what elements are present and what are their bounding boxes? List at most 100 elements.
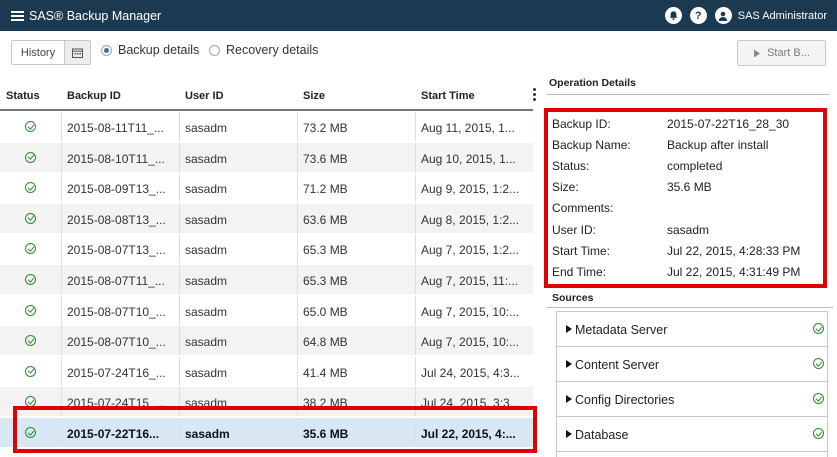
app-header: SAS® Backup Manager ? SAS Administrator: [0, 0, 837, 31]
check-circle-icon: [25, 182, 36, 194]
user-id-cell: sasadm: [185, 212, 228, 227]
column-divider: [297, 356, 298, 386]
column-divider: [297, 265, 298, 294]
details-divider: [547, 94, 830, 95]
col-status[interactable]: Status: [6, 90, 40, 102]
table-row[interactable]: 2015-08-07T10_... sasadm 65.0 MB Aug 7, 201…: [0, 295, 533, 326]
backup-id-cell: 2015-07-22T16...: [67, 427, 160, 441]
hamburger-icon[interactable]: [11, 10, 24, 21]
expand-triangle-icon[interactable]: [566, 430, 572, 438]
sources-divider: [547, 307, 833, 308]
column-divider: [179, 326, 180, 356]
column-divider: [297, 203, 298, 233]
column-divider: [297, 112, 298, 141]
check-circle-icon: [25, 243, 36, 255]
source-item[interactable]: Config Directories: [557, 382, 827, 417]
table-row[interactable]: 2015-08-07T10_... sasadm 64.8 MB Aug 7, 201…: [0, 326, 533, 357]
user-id-cell: sasadm: [185, 274, 228, 288]
help-icon[interactable]: ?: [689, 7, 707, 24]
column-divider: [415, 203, 416, 233]
size-cell: 73.2 MB: [303, 121, 348, 135]
expand-triangle-icon[interactable]: [566, 395, 572, 403]
recovery-details-label: Recovery details: [226, 43, 319, 57]
column-divider: [297, 142, 298, 172]
column-divider: [61, 326, 62, 356]
column-divider: [415, 356, 416, 386]
table-row[interactable]: 2015-07-24T16_... sasadm 41.4 MB Jul 24, 20…: [0, 356, 533, 387]
table-row[interactable]: 2015-08-07T11_... sasadm 65.3 MB Aug 7, 201…: [0, 265, 533, 295]
backup-id-cell: 2015-08-07T10_...: [67, 335, 166, 350]
user-id-cell: sasadm: [185, 396, 228, 411]
table-row[interactable]: 2015-08-10T11_... sasadm 73.6 MB Aug 10, 20…: [0, 142, 533, 173]
column-divider: [415, 142, 416, 172]
table-row[interactable]: 2015-07-24T15_... sasadm 38.2 MB Jul 24, 20…: [0, 387, 533, 418]
column-divider: [415, 265, 416, 294]
col-user-id[interactable]: User ID: [185, 90, 224, 102]
col-size[interactable]: Size: [303, 90, 325, 102]
column-divider: [179, 173, 180, 203]
play-icon: [754, 49, 761, 57]
column-divider: [179, 265, 180, 294]
source-label: Content Server: [575, 358, 660, 372]
column-options-icon[interactable]: [533, 88, 537, 101]
recovery-details-radio[interactable]: Recovery details: [209, 43, 318, 57]
bell-icon[interactable]: [664, 7, 682, 24]
sources-list: Metadata Server Content Server Config Dire…: [556, 311, 828, 457]
radio-unselected-icon: [209, 44, 220, 56]
user-id-cell: sasadm: [185, 365, 228, 380]
source-item[interactable]: Metadata Server: [557, 312, 827, 347]
col-backup-id[interactable]: Backup ID: [67, 90, 121, 102]
size-cell: 64.8 MB: [303, 335, 348, 350]
details-highlight: [544, 108, 827, 288]
detail-label: Status:: [552, 159, 590, 174]
backup-id-cell: 2015-08-10T11_...: [67, 151, 165, 166]
backup-id-cell: 2015-08-08T13_...: [67, 212, 166, 227]
backup-id-cell: 2015-08-09T13_...: [67, 182, 166, 197]
user-name[interactable]: SAS Administrator: [738, 10, 827, 22]
column-divider: [61, 234, 62, 264]
column-divider: [179, 234, 180, 264]
check-circle-icon: [813, 358, 824, 369]
column-divider: [415, 112, 416, 141]
expand-triangle-icon[interactable]: [566, 360, 572, 368]
table-row[interactable]: 2015-08-07T13_... sasadm 65.3 MB Aug 7, 201…: [0, 234, 533, 265]
user-icon[interactable]: [714, 7, 732, 24]
table-row[interactable]: 2015-08-08T13_... sasadm 63.6 MB Aug 8, 201…: [0, 203, 533, 234]
column-divider: [179, 142, 180, 172]
check-circle-icon: [25, 427, 36, 438]
start-time-cell: Aug 7, 2015, 10:...: [421, 304, 520, 319]
detail-value: Jul 22, 2015, 4:28:33 PM: [667, 243, 801, 258]
size-cell: 73.6 MB: [303, 151, 348, 166]
table-row[interactable]: 2015-08-11T11_... sasadm 73.2 MB Aug 11, 20…: [0, 112, 533, 142]
backup-id-cell: 2015-07-24T16_...: [67, 365, 166, 380]
expand-triangle-icon[interactable]: [566, 325, 572, 333]
history-button[interactable]: History: [12, 41, 64, 64]
operation-details-title: Operation Details: [549, 77, 636, 89]
backup-details-radio[interactable]: Backup details: [101, 43, 199, 57]
column-divider: [179, 203, 180, 233]
column-divider: [61, 203, 62, 233]
backup-details-label: Backup details: [118, 43, 200, 57]
start-backup-button[interactable]: Start B...: [737, 40, 826, 66]
table-row[interactable]: 2015-08-09T13_... sasadm 71.2 MB Aug 9, 201…: [0, 173, 533, 204]
column-divider: [297, 418, 298, 447]
column-divider: [415, 387, 416, 417]
source-item[interactable]: Content Server: [557, 347, 827, 382]
detail-value: sasadm: [667, 222, 710, 237]
source-item[interactable]: Database: [557, 417, 827, 452]
col-start-time[interactable]: Start Time: [421, 90, 475, 102]
column-divider: [61, 142, 62, 172]
table-row-selected[interactable]: 2015-07-22T16... sasadm 35.6 MB Jul 22, 201…: [0, 418, 533, 448]
start-time-cell: Aug 8, 2015, 1:2...: [421, 212, 520, 227]
size-cell: 71.2 MB: [303, 182, 348, 197]
backup-id-cell: 2015-08-07T11_...: [67, 274, 165, 288]
user-id-cell: sasadm: [185, 304, 228, 319]
start-time-cell: Aug 7, 2015, 11:...: [421, 274, 519, 288]
calendar-icon[interactable]: [64, 41, 90, 64]
history-group: History: [11, 40, 91, 65]
backup-id-cell: 2015-08-11T11_...: [67, 121, 164, 135]
detail-value: completed: [667, 159, 723, 174]
user-id-cell: sasadm: [185, 182, 228, 197]
detail-label: Backup Name:: [552, 138, 631, 153]
source-label: Metadata Server: [575, 323, 668, 337]
